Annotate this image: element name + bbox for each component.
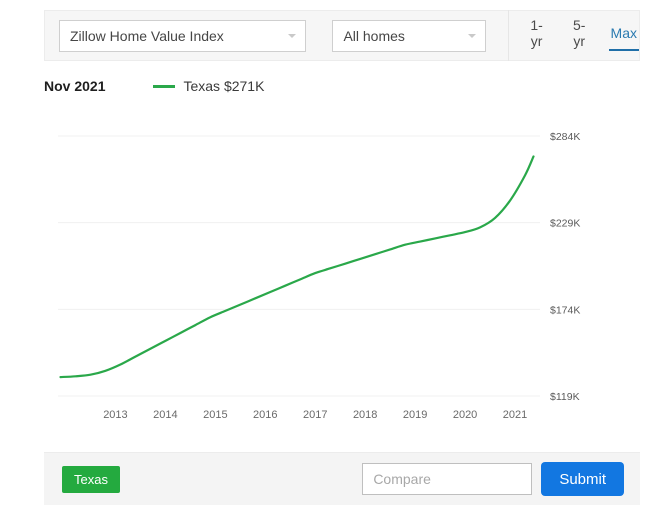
legend-series-texas: Texas $271K (153, 78, 264, 94)
svg-text:$119K: $119K (550, 391, 580, 403)
svg-text:2014: 2014 (153, 409, 177, 421)
home-type-select-value: All homes (343, 27, 405, 44)
svg-text:2021: 2021 (503, 409, 527, 421)
metric-select[interactable]: Zillow Home Value Index (59, 19, 307, 52)
legend-date: Nov 2021 (44, 78, 106, 94)
metric-select-value: Zillow Home Value Index (70, 27, 224, 44)
tab-range-1yr[interactable]: 1-yr (523, 13, 550, 59)
chart-svg: $284K $229K $174K $119K 2013 2014 2015 2016 2017… (58, 131, 580, 421)
compare-input[interactable] (362, 463, 533, 495)
chevron-down-icon (288, 33, 297, 38)
region-chip-texas[interactable]: Texas (62, 465, 120, 493)
chart-footer: Texas Submit (44, 452, 640, 505)
chart-legend: Nov 2021 Texas $271K (44, 78, 264, 94)
svg-text:2020: 2020 (453, 409, 477, 421)
tab-range-5yr[interactable]: 5-yr (566, 13, 593, 59)
chart-toolbar: Zillow Home Value Index All homes 1-yr 5… (44, 10, 640, 61)
legend-line-swatch (153, 84, 176, 88)
svg-text:2013: 2013 (103, 409, 127, 421)
svg-text:2019: 2019 (403, 409, 427, 421)
home-value-line-chart: $284K $229K $174K $119K 2013 2014 2015 2016 2017… (44, 118, 640, 438)
svg-text:$284K: $284K (550, 131, 580, 143)
legend-series-label: Texas $271K (183, 78, 265, 94)
submit-button[interactable]: Submit (541, 462, 624, 496)
svg-text:2015: 2015 (203, 409, 227, 421)
tab-range-max[interactable]: Max (608, 21, 640, 51)
svg-text:2018: 2018 (353, 409, 377, 421)
svg-text:$229K: $229K (550, 218, 580, 230)
svg-text:$174K: $174K (550, 304, 580, 316)
compare-controls: Submit (362, 462, 624, 496)
svg-text:2016: 2016 (253, 409, 277, 421)
zillow-home-value-widget: Zillow Home Value Index All homes 1-yr 5… (0, 0, 656, 518)
home-type-select[interactable]: All homes (332, 19, 487, 52)
series-line-texas (59, 155, 535, 379)
svg-text:2017: 2017 (303, 409, 327, 421)
chevron-down-icon (468, 33, 477, 38)
time-range-tabs: 1-yr 5-yr Max (508, 10, 640, 61)
